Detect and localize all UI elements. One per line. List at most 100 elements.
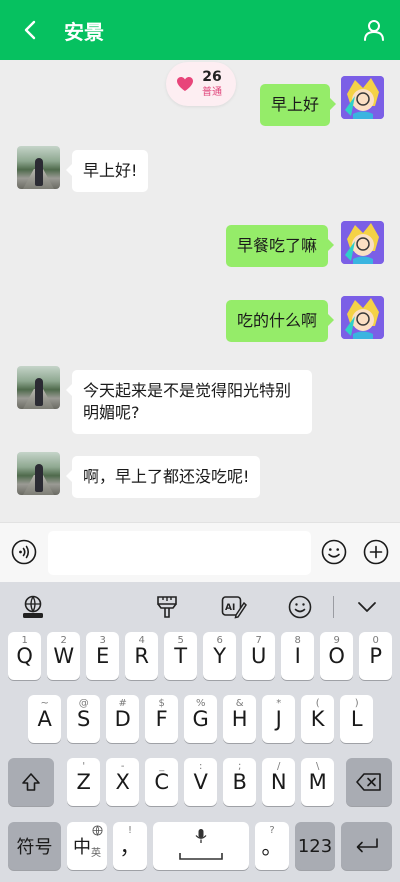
shift-key[interactable] xyxy=(8,758,54,806)
contact-avatar[interactable] xyxy=(17,366,60,409)
globe-icon xyxy=(92,825,103,836)
key-z[interactable]: ' Z xyxy=(67,758,101,806)
key-label: D xyxy=(114,707,131,731)
language-key-label: 中 xyxy=(73,837,91,858)
key-sublabel: # xyxy=(118,698,127,709)
key-l[interactable]: ) L xyxy=(340,695,374,743)
key-o[interactable]: 9O xyxy=(320,632,354,680)
key-p[interactable]: 0P xyxy=(359,632,393,680)
key-g[interactable]: % G xyxy=(184,695,218,743)
key-i[interactable]: 8I xyxy=(281,632,315,680)
enter-key[interactable] xyxy=(341,822,392,870)
key-n[interactable]: / N xyxy=(262,758,296,806)
chevron-left-icon xyxy=(24,20,36,40)
backspace-key[interactable] xyxy=(346,758,392,806)
period-key[interactable]: ? 。 xyxy=(255,822,289,870)
key-label: L xyxy=(350,707,363,731)
language-switch-key[interactable]: 中 英 xyxy=(67,822,107,870)
key-d[interactable]: # D xyxy=(106,695,140,743)
key-sublabel: 5 xyxy=(177,635,184,646)
key-m[interactable]: \ M xyxy=(301,758,335,806)
key-r[interactable]: 4R xyxy=(125,632,159,680)
key-w[interactable]: 2W xyxy=(47,632,81,680)
key-k[interactable]: (K xyxy=(301,695,335,743)
message-bubble-outgoing[interactable]: 早餐吃了嘛 xyxy=(226,225,335,267)
key-sublabel: ~ xyxy=(40,698,49,709)
symbols-key-label: 符号 xyxy=(16,837,53,858)
message-list[interactable]: 26 普通 早上好 早上好! 早餐吃了嘛 吃的什么啊 今天起来是不是觉得阳光特别… xyxy=(0,60,400,522)
key-sublabel: 3 xyxy=(99,635,106,646)
hide-keyboard-button[interactable] xyxy=(352,592,382,622)
key-label: P xyxy=(369,644,383,668)
key-label: N xyxy=(270,770,287,794)
key-sublabel: 7 xyxy=(255,635,262,646)
comma-key[interactable]: ! ， xyxy=(113,822,147,870)
symbols-key[interactable]: 符号 xyxy=(8,822,61,870)
user-icon xyxy=(364,20,384,41)
key-label: B xyxy=(232,770,247,794)
space-bar-icon xyxy=(179,853,223,860)
contact-avatar[interactable] xyxy=(17,146,60,189)
key-label: F xyxy=(155,707,168,731)
my-avatar[interactable] xyxy=(341,296,384,339)
key-x[interactable]: -X xyxy=(106,758,140,806)
back-button[interactable] xyxy=(0,0,60,60)
key-label: U xyxy=(251,644,267,668)
contact-avatar[interactable] xyxy=(17,452,60,495)
message-bubble-incoming[interactable]: 啊，早上了都还没吃呢! xyxy=(65,456,261,498)
message-bubble-incoming[interactable]: 早上好! xyxy=(65,150,149,192)
message-bubble-outgoing[interactable]: 吃的什么啊 xyxy=(226,300,335,342)
smiley-icon xyxy=(321,539,347,565)
key-y[interactable]: 6Y xyxy=(203,632,237,680)
key-label: Z xyxy=(76,770,91,794)
key-f[interactable]: $ F xyxy=(145,695,179,743)
key-t[interactable]: 5T xyxy=(164,632,198,680)
input-bar xyxy=(0,522,400,582)
message-input[interactable] xyxy=(48,531,311,575)
microphone-icon xyxy=(195,829,207,843)
message-bubble-outgoing[interactable]: 早上好 xyxy=(260,84,337,126)
space-key[interactable] xyxy=(153,822,249,870)
key-label: Y xyxy=(213,644,227,668)
key-sublabel: - xyxy=(120,761,125,772)
more-button[interactable] xyxy=(362,538,390,566)
key-sublabel: 8 xyxy=(294,635,301,646)
key-label: H xyxy=(231,707,248,731)
intimacy-badge[interactable]: 26 普通 xyxy=(166,62,236,106)
key-label: S xyxy=(77,707,91,731)
key-u[interactable]: 7U xyxy=(242,632,276,680)
key-label: K xyxy=(310,707,325,731)
keyboard-settings-button[interactable] xyxy=(18,592,48,622)
key-sublabel: % xyxy=(195,698,206,709)
key-sublabel: * xyxy=(276,698,282,709)
keyboard-emoji-button[interactable] xyxy=(285,592,315,622)
message-bubble-incoming[interactable]: 今天起来是不是觉得阳光特别明媚呢? xyxy=(66,370,312,434)
my-avatar[interactable] xyxy=(341,76,384,119)
key-q[interactable]: 1Q xyxy=(8,632,42,680)
key-sublabel: ) xyxy=(354,698,359,709)
key-label: R xyxy=(134,644,149,668)
key-h[interactable]: & H xyxy=(223,695,257,743)
numbers-key[interactable]: 123 xyxy=(295,822,335,870)
numbers-key-label: 123 xyxy=(297,835,333,857)
key-sublabel: 9 xyxy=(333,635,340,646)
skin-button[interactable] xyxy=(152,592,182,622)
key-j[interactable]: * J xyxy=(262,695,296,743)
key-b[interactable]: ; B xyxy=(223,758,257,806)
contact-profile-button[interactable] xyxy=(348,0,400,60)
ai-write-button[interactable]: AI xyxy=(219,592,249,622)
my-avatar[interactable] xyxy=(341,221,384,264)
key-label: C xyxy=(154,770,170,794)
key-label: X xyxy=(115,770,130,794)
key-label: Q xyxy=(16,644,33,668)
key-sublabel: \ xyxy=(316,761,320,772)
key-e[interactable]: 3E xyxy=(86,632,120,680)
key-c[interactable]: _ C xyxy=(145,758,179,806)
key-v[interactable]: :V xyxy=(184,758,218,806)
period-key-sublabel: ? xyxy=(269,825,275,836)
emoji-button[interactable] xyxy=(320,538,348,566)
voice-input-button[interactable] xyxy=(10,538,38,566)
svg-text:AI: AI xyxy=(225,603,235,613)
key-a[interactable]: ~ A xyxy=(28,695,62,743)
key-s[interactable]: @ S xyxy=(67,695,101,743)
